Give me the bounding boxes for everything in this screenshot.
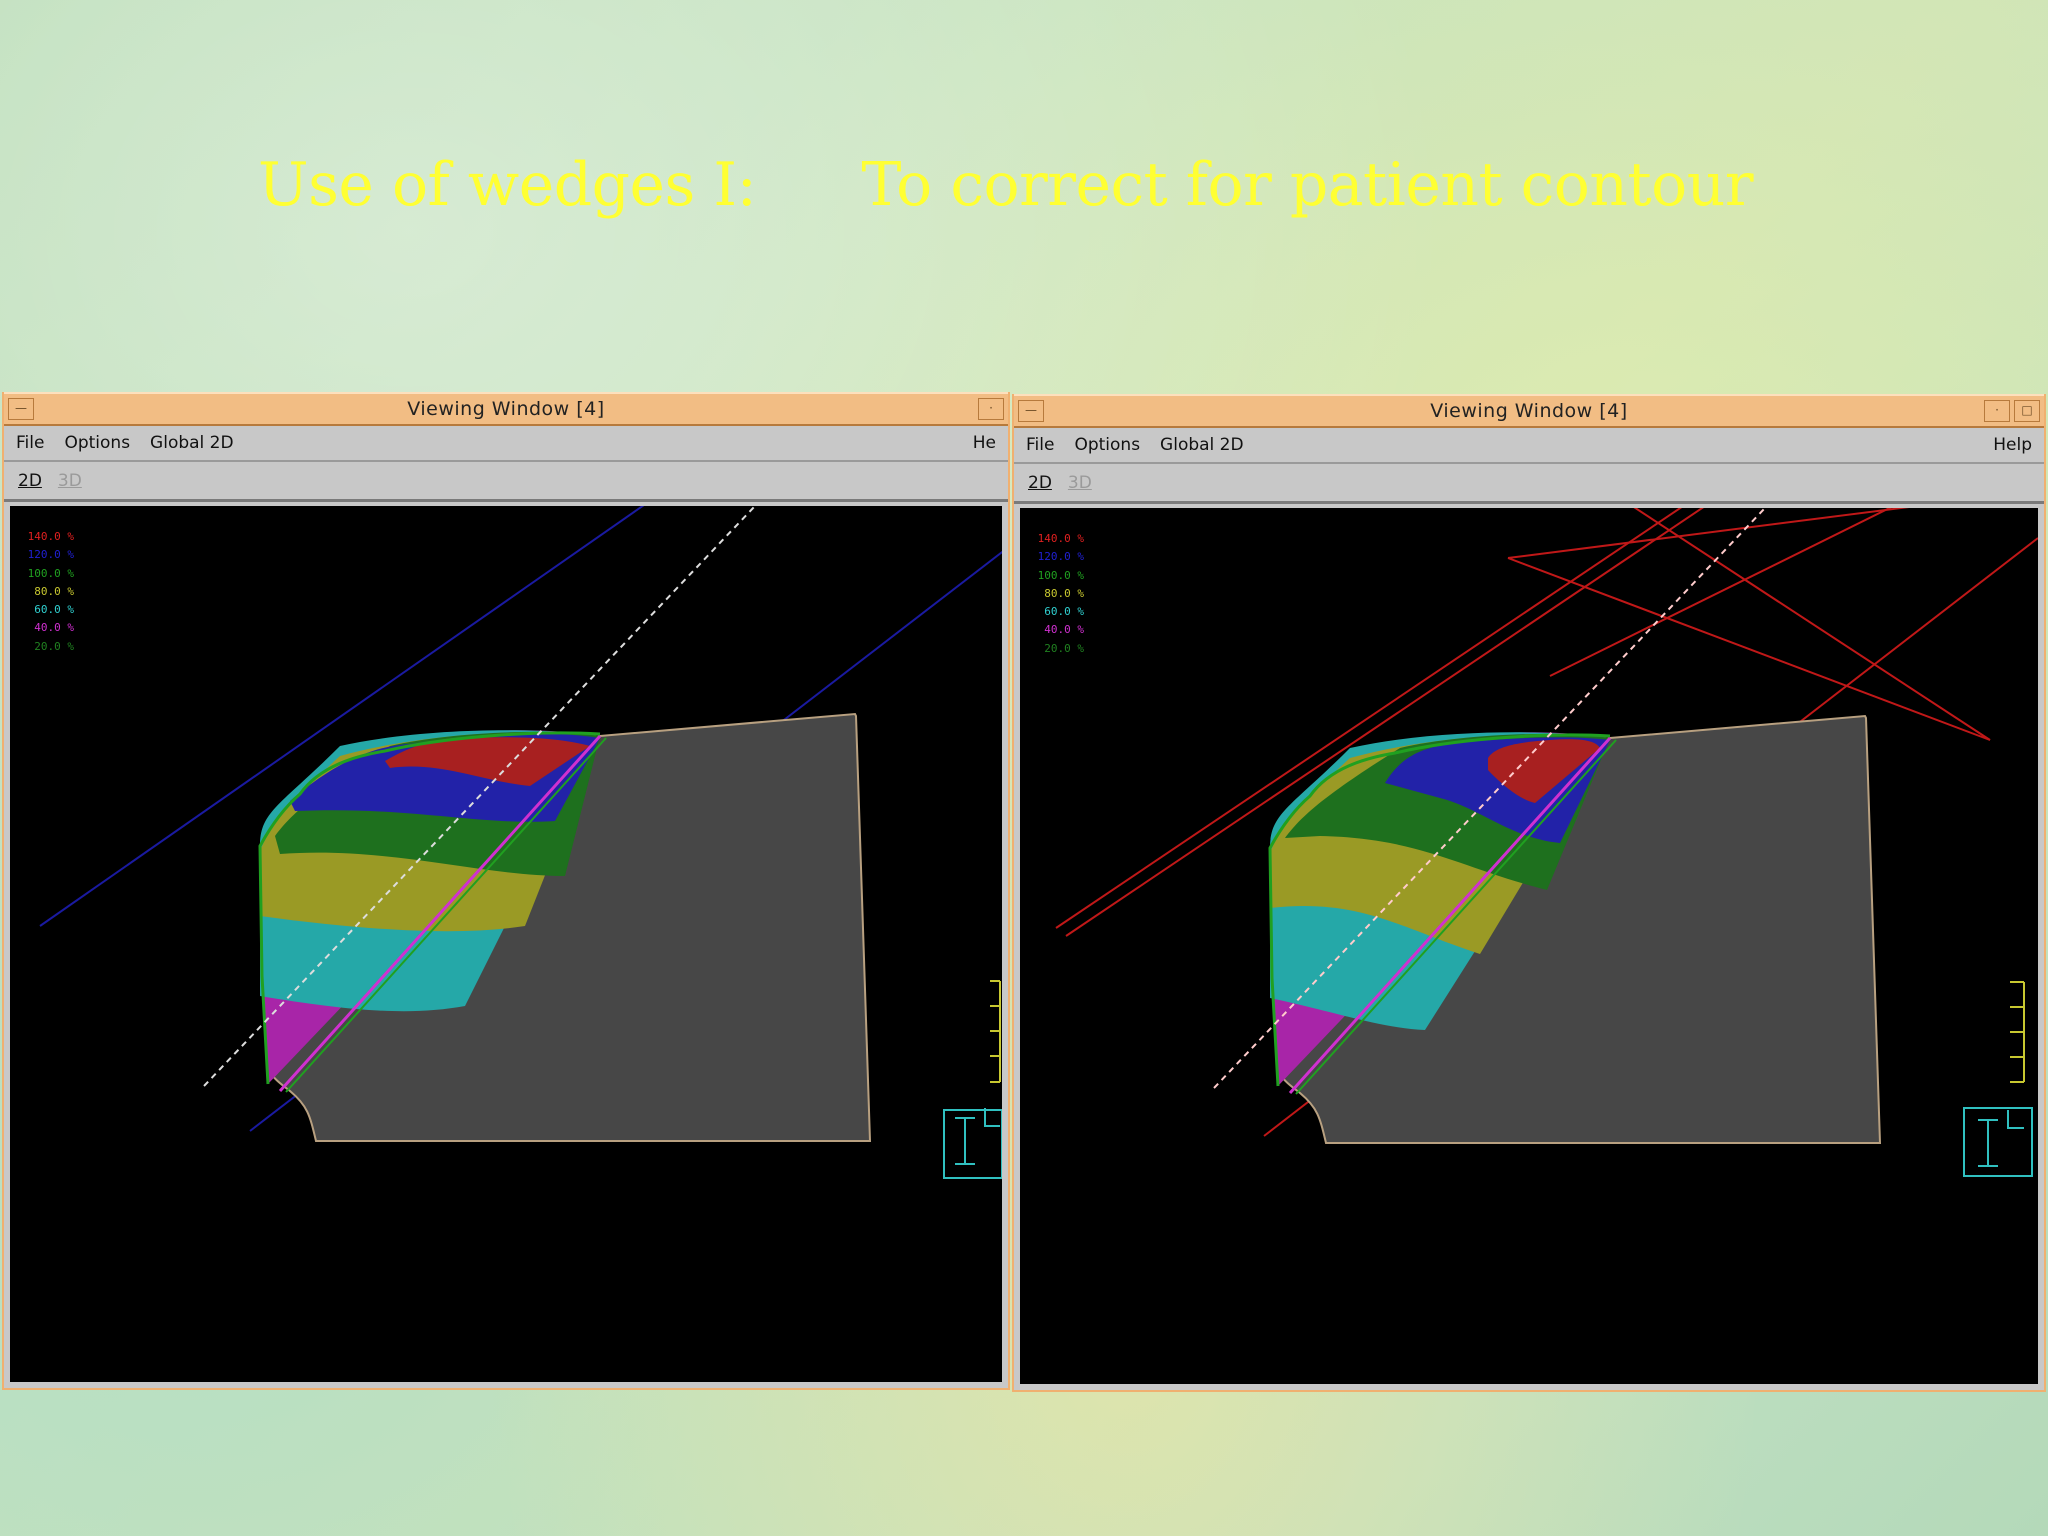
isodose-legend: 140.0 % 120.0 % 100.0 % 80.0 % 60.0 % 40… [16, 528, 74, 656]
scale-ruler [990, 980, 1001, 1083]
legend-120: 120.0 % [1037, 550, 1084, 564]
window-title: Viewing Window [4] [407, 398, 605, 420]
orientation-icon [1963, 1107, 2033, 1177]
scale-ruler [2010, 981, 2025, 1083]
viewing-window-left: — Viewing Window [4] · File Options Glob… [2, 392, 1010, 1390]
legend-40: 40.0 % [1044, 623, 1084, 637]
legend-20: 20.0 % [34, 639, 74, 653]
legend-140: 140.0 % [1037, 532, 1084, 545]
orientation-icon [943, 1108, 1002, 1179]
legend-80: 80.0 % [34, 584, 74, 598]
legend-120: 120.0 % [27, 548, 74, 562]
maximize-icon[interactable]: □ [2014, 400, 2040, 422]
legend-60: 60.0 % [34, 603, 74, 617]
window-title: Viewing Window [4] [1430, 400, 1628, 422]
minimize-icon[interactable]: · [978, 398, 1004, 420]
legend-140: 140.0 % [27, 530, 74, 543]
dose-distribution-graphic [39, 506, 1002, 1179]
minimize-icon[interactable]: · [1984, 400, 2010, 422]
tab-3d[interactable]: 3D [1068, 473, 1092, 493]
menu-help[interactable]: Help [1993, 435, 2032, 455]
tab-2d[interactable]: 2D [1028, 473, 1052, 493]
legend-100: 100.0 % [27, 566, 74, 580]
dose-viewport[interactable]: 140.0 % 120.0 % 100.0 % 80.0 % 60.0 % 40… [10, 506, 1002, 1382]
tab-3d[interactable]: 3D [58, 471, 82, 491]
viewing-window-right: — Viewing Window [4] · □ File Options Gl… [1012, 394, 2046, 1392]
window-titlebar[interactable]: — Viewing Window [4] · [4, 392, 1008, 426]
menu-global-2d[interactable]: Global 2D [150, 433, 234, 453]
legend-40: 40.0 % [34, 621, 74, 635]
menu-options[interactable]: Options [64, 433, 130, 453]
slide-title: Use of wedges I: To correct for patient c… [258, 150, 1754, 220]
menu-file[interactable]: File [16, 433, 44, 453]
legend-20: 20.0 % [1044, 641, 1084, 655]
dose-viewport[interactable]: 140.0 % 120.0 % 100.0 % 80.0 % 60.0 % 40… [1020, 508, 2038, 1384]
window-menu-icon[interactable]: — [1018, 400, 1044, 422]
legend-60: 60.0 % [1044, 605, 1084, 619]
menu-global-2d[interactable]: Global 2D [1160, 435, 1244, 455]
title-part-1: Use of wedges I: [258, 150, 757, 220]
dose-distribution-graphic [1055, 508, 2038, 1177]
isodose-legend: 140.0 % 120.0 % 100.0 % 80.0 % 60.0 % 40… [1026, 530, 1084, 658]
view-toolbar: 2D 3D [1014, 464, 2044, 504]
title-part-2: To correct for patient contour [861, 150, 1754, 220]
menu-file[interactable]: File [1026, 435, 1054, 455]
view-toolbar: 2D 3D [4, 462, 1008, 502]
menubar: File Options Global 2D He [4, 426, 1008, 462]
legend-80: 80.0 % [1044, 586, 1084, 600]
tab-2d[interactable]: 2D [18, 471, 42, 491]
legend-100: 100.0 % [1037, 568, 1084, 582]
menu-help[interactable]: He [973, 433, 996, 453]
menu-options[interactable]: Options [1074, 435, 1140, 455]
window-titlebar[interactable]: — Viewing Window [4] · □ [1014, 394, 2044, 428]
menubar: File Options Global 2D Help [1014, 428, 2044, 464]
window-menu-icon[interactable]: — [8, 398, 34, 420]
